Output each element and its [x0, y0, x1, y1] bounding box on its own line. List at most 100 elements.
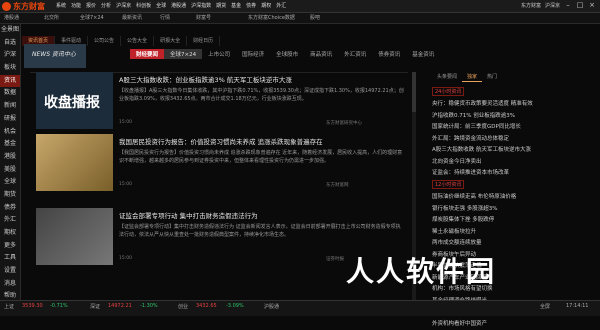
headline-item[interactable]: A股三大指数收跌 航天军工板块逆市大涨: [432, 145, 592, 157]
news-thumbnail[interactable]: [36, 208, 113, 265]
news-category[interactable]: 全球7×24: [164, 49, 202, 59]
market-dropdown[interactable]: 沪深京: [545, 2, 560, 9]
headline-item[interactable]: 国际油价继续走高 布伦特原油价格: [432, 192, 592, 204]
headline-item[interactable]: 央行：稳健货币政策要灵活适度 精准有效: [432, 99, 592, 111]
news-thumbnail[interactable]: 收盘播报: [36, 72, 113, 129]
sidebar-item[interactable]: 港股: [0, 151, 20, 164]
info-tab[interactable]: 财经日历: [187, 36, 220, 46]
sidebar-item[interactable]: 期权: [0, 227, 20, 240]
menu-item[interactable]: 科创板: [136, 2, 151, 9]
menu-item[interactable]: 债券: [246, 2, 256, 9]
sidebar-item[interactable]: 机会: [0, 126, 20, 139]
close-icon[interactable]: ×: [588, 1, 596, 9]
sidebar-item[interactable]: 全球: [0, 176, 20, 189]
sidebar-item[interactable]: 自选: [0, 37, 20, 50]
news-thumbnail[interactable]: [36, 134, 113, 191]
cy-label: 创业: [178, 303, 188, 310]
sidebar-item[interactable]: 期货: [0, 189, 20, 202]
news-title[interactable]: 我国居民投资行为报告：价值投资习惯尚未养成 追涨杀跌现象普遍存在: [119, 136, 323, 146]
news-category[interactable]: 上市公司: [202, 49, 236, 59]
sidebar-item[interactable]: 消息: [0, 278, 20, 291]
news-category[interactable]: 全球股市: [270, 49, 304, 59]
sidebar-item[interactable]: 外汇: [0, 214, 20, 227]
news-source: 东方财富网: [326, 182, 349, 188]
info-tab[interactable]: 公司公告: [88, 36, 121, 46]
quick-link[interactable]: 股吧: [310, 14, 320, 21]
sz-label: 深证: [90, 303, 100, 310]
cy-change: -3.09%: [226, 303, 244, 309]
headline-item[interactable]: 银行板块走强 多股涨超3%: [432, 204, 592, 216]
headline-item[interactable]: 沪指收跌0.71% 创业板指跌逾3%: [432, 111, 592, 123]
right-tab[interactable]: 热门: [482, 72, 502, 82]
news-category[interactable]: 财经要闻: [130, 49, 164, 59]
quick-link[interactable]: 东方财富Choice数据: [248, 14, 295, 21]
info-tab[interactable]: 公告大全: [121, 36, 154, 46]
status-bar: 上证 3539.30 -0.71% 深证 14972.21 -1.30% 创业 …: [0, 300, 600, 316]
news-category[interactable]: 债券资讯: [372, 49, 406, 59]
headline-item[interactable]: 北向资金今日净卖出: [432, 157, 592, 169]
news-time: 15:00: [119, 256, 132, 261]
sidebar-item[interactable]: 数据: [0, 87, 20, 100]
sidebar-item[interactable]: 债券: [0, 202, 20, 215]
menu-item[interactable]: 全球: [156, 2, 166, 9]
headline-item[interactable]: 外资机构看好中国资产: [432, 319, 592, 330]
info-tab[interactable]: 研报大全: [154, 36, 187, 46]
headline-item[interactable]: 两市成交额连续放量: [432, 238, 592, 250]
sidebar-item[interactable]: 沪深: [0, 49, 20, 62]
news-title[interactable]: 证监会部署专项行动 集中打击财务造假违法行为: [119, 210, 258, 220]
sidebar-item[interactable]: 研报: [0, 113, 20, 126]
menu-item[interactable]: 分析: [101, 2, 111, 9]
menu-item[interactable]: 功能: [71, 2, 81, 9]
news-category[interactable]: 外汇资讯: [338, 49, 372, 59]
menu-item[interactable]: 报价: [86, 2, 96, 9]
maximize-icon[interactable]: □: [576, 1, 584, 9]
news-category[interactable]: 基金资讯: [406, 49, 440, 59]
news-category[interactable]: 国际经济: [236, 49, 270, 59]
menu-item[interactable]: 沪深京: [116, 2, 131, 9]
sidebar-item[interactable]: 基金: [0, 138, 20, 151]
menu-item[interactable]: 港股通: [171, 2, 186, 9]
menu-item[interactable]: 期货: [216, 2, 226, 9]
news-title[interactable]: A股三大指数收跌：创业板指跌逾3% 航天军工板块逆市大涨: [119, 74, 292, 84]
headline-item[interactable]: 证监会：持续推进资本市场改革: [432, 168, 592, 180]
news-category[interactable]: 商品资讯: [304, 49, 338, 59]
sidebar-item[interactable]: 更多: [0, 240, 20, 253]
right-tab[interactable]: 头条要闻: [432, 72, 462, 82]
sz-value: 14972.21: [108, 303, 132, 309]
sidebar-item[interactable]: 美股: [0, 164, 20, 177]
user-name[interactable]: 东方财富: [521, 2, 541, 9]
section-label-24h: 24小时资讯: [432, 87, 464, 96]
quick-link[interactable]: 北交所: [44, 14, 59, 21]
quick-link[interactable]: 行情: [160, 14, 170, 21]
sidebar-item[interactable]: 设置: [0, 265, 20, 278]
news-headlines-24h: 央行：稳健货币政策要灵活适度 精准有效沪指收跌0.71% 创业板指跌逾3%国家统…: [432, 99, 592, 180]
quick-link[interactable]: 最新资讯: [122, 14, 142, 21]
fullscreen-label[interactable]: 全屏: [540, 303, 550, 310]
scroll-thumb[interactable]: [412, 72, 416, 112]
menu-item[interactable]: 基金: [231, 2, 241, 9]
menu-item[interactable]: 期权: [261, 2, 271, 9]
right-tab[interactable]: 独家: [462, 72, 482, 82]
quick-link[interactable]: 财富号: [196, 14, 211, 21]
news-body: 【证监会部署专项行动】集中打击财务造假违法行为 证监会新闻发言人表示，证监会日前…: [119, 223, 404, 239]
headline-item[interactable]: 国家统计局：前三季度GDP同比增长: [432, 122, 592, 134]
sidebar-item[interactable]: 全景图: [0, 24, 20, 37]
sidebar-item[interactable]: 资讯: [0, 75, 20, 88]
headline-item[interactable]: 稀土永磁板块拉升: [432, 227, 592, 239]
minimize-icon[interactable]: –: [564, 1, 572, 9]
headline-item[interactable]: 外汇局：跨境资金流动总体稳定: [432, 134, 592, 146]
menu-item[interactable]: 系统: [56, 2, 66, 9]
app-logo[interactable]: 东方财富: [2, 1, 52, 11]
sidebar-item[interactable]: 新闻: [0, 100, 20, 113]
logo-icon: [2, 2, 11, 11]
menu-item[interactable]: 沪深指数: [191, 2, 211, 9]
quick-link[interactable]: 港股通: [4, 14, 19, 21]
headline-item[interactable]: 煤炭股集体下挫 多股跌停: [432, 215, 592, 227]
news-body: 【收盘播报】A股三大指数今日集体收跌，其中沪指下跌0.71%，收报3539.30…: [119, 87, 404, 103]
sidebar-item[interactable]: 工具: [0, 252, 20, 265]
sidebar-item[interactable]: 板块: [0, 62, 20, 75]
menu-item[interactable]: 外汇: [276, 2, 286, 9]
right-tabs: 头条要闻独家热门: [432, 72, 502, 82]
watermark: 人人软件园: [346, 250, 496, 290]
quick-link[interactable]: 全球7×24: [80, 14, 104, 21]
